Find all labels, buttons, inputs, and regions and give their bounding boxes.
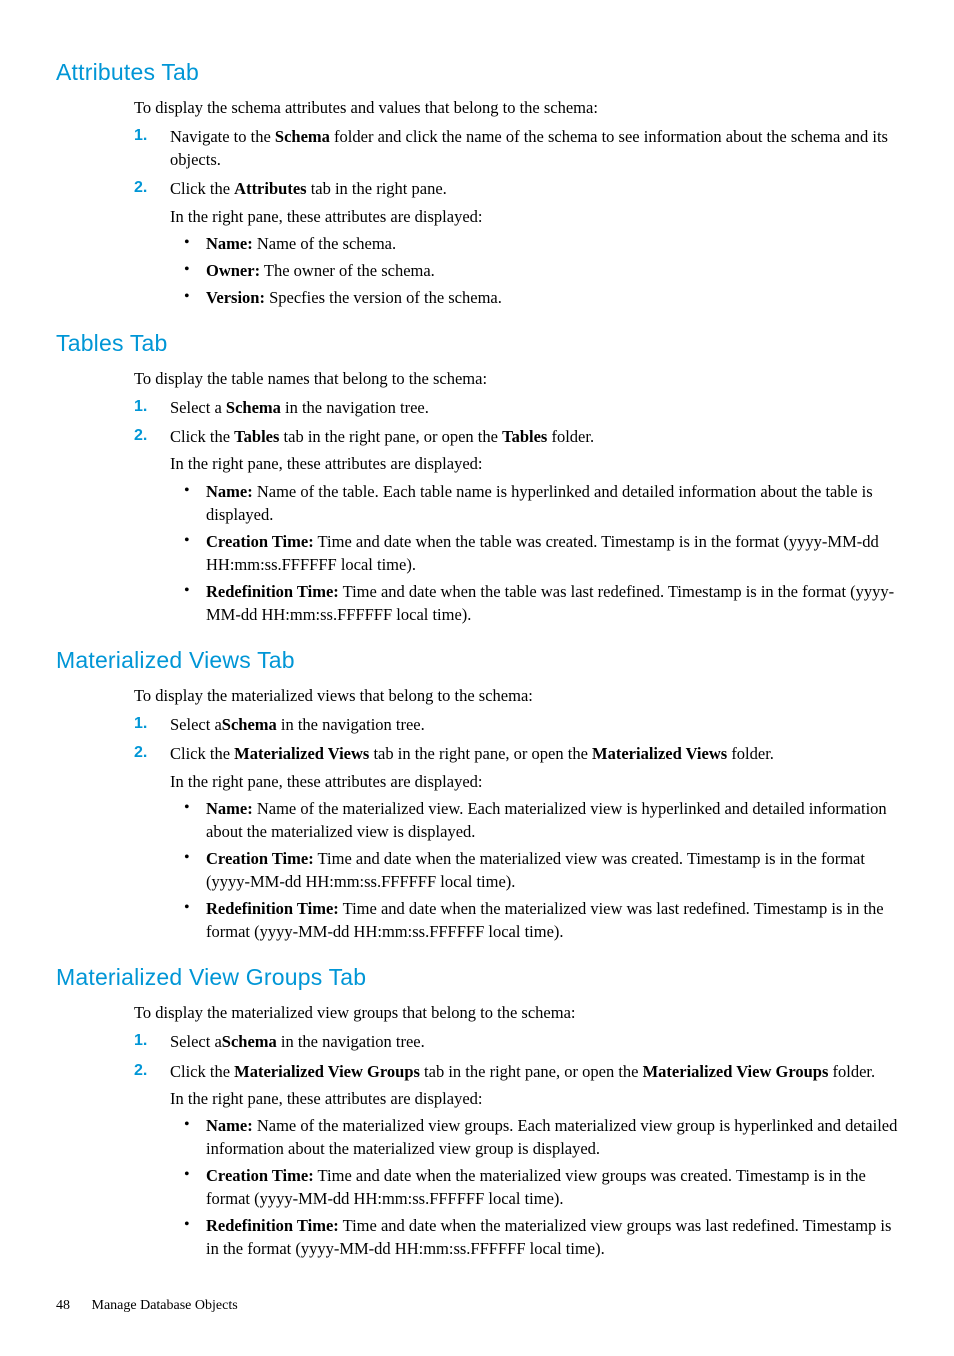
bullet-list: Name: Name of the materialized view grou… [170, 1114, 898, 1261]
step-subtext: In the right pane, these attributes are … [170, 452, 898, 475]
step-list: 1. Select aSchema in the navigation tree.… [134, 713, 898, 943]
step-item: 2. Click the Tables tab in the right pane… [134, 425, 898, 626]
step-number: 2. [134, 1060, 147, 1082]
step-item: 1. Select a Schema in the navigation tree… [134, 396, 898, 419]
step-text: Click the Materialized Views tab in the … [170, 744, 774, 763]
bullet-list: Name: Name of the materialized view. Eac… [170, 797, 898, 944]
page-body: Attributes Tab To display the schema attr… [56, 56, 898, 1260]
step-subtext: In the right pane, these attributes are … [170, 1087, 898, 1110]
step-item: 1. Navigate to the Schema folder and clic… [134, 125, 898, 171]
step-number: 1. [134, 713, 147, 735]
section-heading: Materialized Views Tab [56, 644, 898, 676]
bullet-item: Name: Name of the materialized view. Eac… [206, 797, 898, 843]
bullet-item: Name: Name of the table. Each table name… [206, 480, 898, 526]
step-list: 1. Select a Schema in the navigation tree… [134, 396, 898, 626]
step-text: Click the Attributes tab in the right pa… [170, 179, 447, 198]
step-item: 1. Select aSchema in the navigation tree. [134, 1030, 898, 1053]
section-intro: To display the table names that belong t… [134, 367, 898, 390]
step-item: 1. Select aSchema in the navigation tree. [134, 713, 898, 736]
bullet-item: Name: Name of the schema. [206, 232, 898, 255]
page-number: 48 [56, 1296, 70, 1316]
step-number: 2. [134, 177, 147, 199]
step-text: Navigate to the Schema folder and click … [170, 127, 888, 169]
bullet-item: Redefinition Time: Time and date when th… [206, 1214, 898, 1260]
section-heading: Materialized View Groups Tab [56, 961, 898, 993]
step-text: Click the Tables tab in the right pane, … [170, 427, 594, 446]
section-intro: To display the materialized views that b… [134, 684, 898, 707]
section-heading: Tables Tab [56, 327, 898, 359]
chapter-title: Manage Database Objects [92, 1298, 238, 1313]
bullet-item: Name: Name of the materialized view grou… [206, 1114, 898, 1160]
step-number: 1. [134, 396, 147, 418]
section-heading: Attributes Tab [56, 56, 898, 88]
bullet-item: Creation Time: Time and date when the ma… [206, 1164, 898, 1210]
section-intro: To display the schema attributes and val… [134, 96, 898, 119]
section-intro: To display the materialized view groups … [134, 1001, 898, 1024]
step-item: 2. Click the Materialized View Groups tab… [134, 1060, 898, 1261]
bullet-item: Creation Time: Time and date when the ta… [206, 530, 898, 576]
step-list: 1. Navigate to the Schema folder and clic… [134, 125, 898, 309]
step-item: 2. Click the Attributes tab in the right … [134, 177, 898, 308]
step-subtext: In the right pane, these attributes are … [170, 770, 898, 793]
bullet-list: Name: Name of the table. Each table name… [170, 480, 898, 627]
bullet-item: Redefinition Time: Time and date when th… [206, 897, 898, 943]
step-number: 1. [134, 125, 147, 147]
bullet-item: Redefinition Time: Time and date when th… [206, 580, 898, 626]
step-item: 2. Click the Materialized Views tab in th… [134, 742, 898, 943]
step-number: 2. [134, 425, 147, 447]
step-subtext: In the right pane, these attributes are … [170, 205, 898, 228]
step-list: 1. Select aSchema in the navigation tree.… [134, 1030, 898, 1260]
bullet-item: Owner: The owner of the schema. [206, 259, 898, 282]
step-number: 2. [134, 742, 147, 764]
bullet-item: Version: Specfies the version of the sch… [206, 286, 898, 309]
bullet-item: Creation Time: Time and date when the ma… [206, 847, 898, 893]
step-number: 1. [134, 1030, 147, 1052]
step-text: Click the Materialized View Groups tab i… [170, 1062, 875, 1081]
step-text: Select aSchema in the navigation tree. [170, 715, 425, 734]
page-footer: 48 Manage Database Objects [56, 1296, 898, 1316]
step-text: Select a Schema in the navigation tree. [170, 398, 429, 417]
step-text: Select aSchema in the navigation tree. [170, 1032, 425, 1051]
bullet-list: Name: Name of the schema. Owner: The owne… [170, 232, 898, 309]
